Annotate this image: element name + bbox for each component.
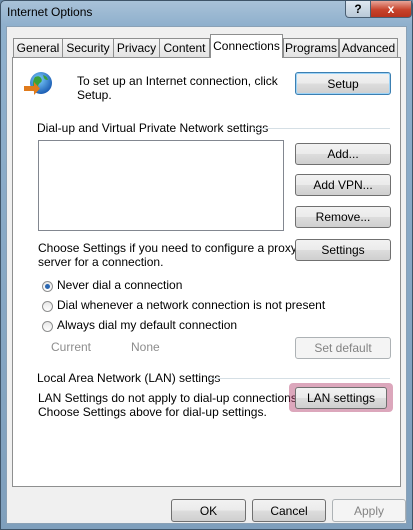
current-label: Current	[51, 340, 92, 354]
remove-button[interactable]: Remove...	[295, 206, 391, 228]
connections-listbox[interactable]	[38, 140, 284, 231]
radio-never-dial-indicator[interactable]	[42, 281, 53, 292]
cancel-button[interactable]: Cancel	[252, 499, 326, 522]
ok-button[interactable]: OK	[171, 499, 246, 522]
proxy-settings-text-line1: Choose Settings if you need to configure…	[38, 241, 297, 255]
lan-group-label: Local Area Network (LAN) settings	[37, 371, 221, 385]
help-button[interactable]: ?	[345, 1, 371, 18]
tab-programs[interactable]: Programs	[283, 38, 339, 57]
close-button[interactable]: x	[370, 1, 412, 18]
dialup-group-divider	[253, 128, 390, 129]
globe-network-icon	[24, 72, 52, 95]
lan-settings-button[interactable]: LAN settings	[295, 387, 387, 409]
apply-button[interactable]: Apply	[332, 499, 406, 522]
lan-group-divider	[209, 378, 390, 379]
radio-always-dial-indicator[interactable]	[42, 321, 53, 332]
tab-content[interactable]: Content	[159, 38, 210, 57]
setup-description-line1: To set up an Internet connection, click	[77, 74, 278, 88]
lan-description-line1: LAN Settings do not apply to dial-up con…	[38, 391, 301, 405]
radio-dial-when-no-network-label[interactable]: Dial whenever a network connection is no…	[57, 298, 325, 312]
tab-privacy[interactable]: Privacy	[113, 38, 160, 57]
radio-dial-when-no-network-indicator[interactable]	[42, 301, 53, 312]
dialup-group-label: Dial-up and Virtual Private Network sett…	[37, 121, 269, 135]
add-vpn-button[interactable]: Add VPN...	[295, 174, 391, 196]
connections-panel: To set up an Internet connection, click …	[12, 57, 401, 487]
dialog-client-area: General Security Privacy Content Connect…	[6, 26, 407, 524]
setup-description-line2: Setup.	[77, 88, 112, 102]
window-title: Internet Options	[7, 5, 93, 19]
tab-security[interactable]: Security	[62, 38, 114, 57]
tab-connections[interactable]: Connections	[210, 34, 283, 58]
radio-never-dial-label[interactable]: Never dial a connection	[57, 278, 182, 292]
settings-button[interactable]: Settings	[295, 239, 391, 261]
title-bar[interactable]: Internet Options ? x	[1, 1, 412, 26]
internet-options-window: Internet Options ? x General Security Pr…	[0, 0, 413, 530]
current-value: None	[131, 340, 160, 354]
lan-description-line2: Choose Settings above for dial-up settin…	[38, 405, 267, 419]
tab-general[interactable]: General	[13, 38, 63, 57]
proxy-settings-text-line2: server for a connection.	[38, 255, 164, 269]
setup-button[interactable]: Setup	[295, 72, 391, 95]
radio-always-dial-label[interactable]: Always dial my default connection	[57, 318, 237, 332]
set-default-button[interactable]: Set default	[295, 337, 391, 359]
tab-advanced[interactable]: Advanced	[339, 38, 398, 57]
add-button[interactable]: Add...	[295, 143, 391, 165]
